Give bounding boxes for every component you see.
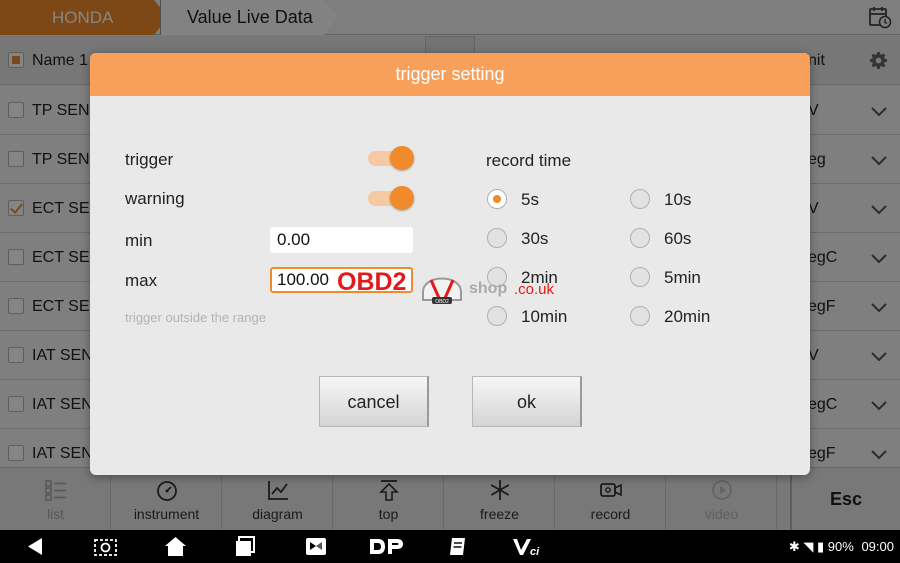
trigger-label: trigger	[125, 150, 174, 169]
record-time-radio-60s[interactable]	[630, 228, 650, 248]
record-time-label-30s[interactable]: 30s	[521, 229, 548, 249]
watermark-shop: shop	[469, 280, 508, 297]
recent-apps-icon[interactable]	[234, 536, 256, 557]
dialog-title: trigger setting	[90, 53, 810, 96]
mirror-screen-icon[interactable]	[304, 536, 328, 557]
min-label: min	[125, 231, 153, 250]
screenshot-icon[interactable]	[93, 536, 118, 557]
svg-text:ci: ci	[530, 546, 540, 557]
record-time-radio-10s[interactable]	[630, 189, 650, 209]
manual-book-icon[interactable]	[447, 536, 469, 557]
ok-button[interactable]: ok	[472, 376, 582, 427]
record-time-label-10s[interactable]: 10s	[664, 190, 691, 210]
vci-icon[interactable]: ci	[511, 536, 545, 557]
record-time-label-10min[interactable]: 10min	[521, 307, 567, 327]
watermark-logo: OBD2 OBD2 shop .co.uk	[337, 262, 577, 310]
max-label: max	[125, 271, 158, 290]
clock: 09:00	[861, 539, 894, 554]
record-time-label-5s[interactable]: 5s	[521, 190, 539, 210]
dp-app-icon[interactable]	[368, 536, 404, 557]
range-hint: trigger outside the range	[125, 310, 266, 325]
warning-toggle[interactable]	[368, 186, 414, 210]
record-time-label-5min[interactable]: 5min	[664, 268, 701, 288]
trigger-toggle[interactable]	[368, 146, 414, 170]
record-time-radio-20min[interactable]	[630, 306, 650, 326]
car-logo-icon: OBD2	[422, 277, 462, 305]
back-icon[interactable]	[24, 536, 46, 557]
record-time-radio-30s[interactable]	[487, 228, 507, 248]
record-time-label-60s[interactable]: 60s	[664, 229, 691, 249]
bluetooth-icon: ✱	[788, 539, 800, 554]
record-time-label-20min[interactable]: 20min	[664, 307, 710, 327]
cancel-button[interactable]: cancel	[319, 376, 429, 427]
watermark-brand: OBD2	[337, 268, 407, 296]
min-input[interactable]	[270, 227, 413, 253]
record-time-label: record time	[486, 151, 572, 170]
wifi-icon: ◥	[803, 539, 814, 554]
record-time-radio-5s[interactable]	[487, 189, 507, 209]
warning-label: warning	[125, 189, 185, 208]
home-icon[interactable]	[164, 536, 187, 557]
battery-percent: 90%	[827, 539, 854, 554]
record-time-radio-5min[interactable]	[630, 267, 650, 287]
system-nav-bar: ci ✱ ◥ ▮ 90% 09:00	[0, 530, 900, 563]
watermark-domain: .co.uk	[514, 281, 555, 298]
status-area: ✱ ◥ ▮ 90% 09:00	[789, 530, 894, 563]
battery-icon: ▮	[817, 539, 825, 554]
watermark-badge: OBD2	[435, 299, 449, 305]
